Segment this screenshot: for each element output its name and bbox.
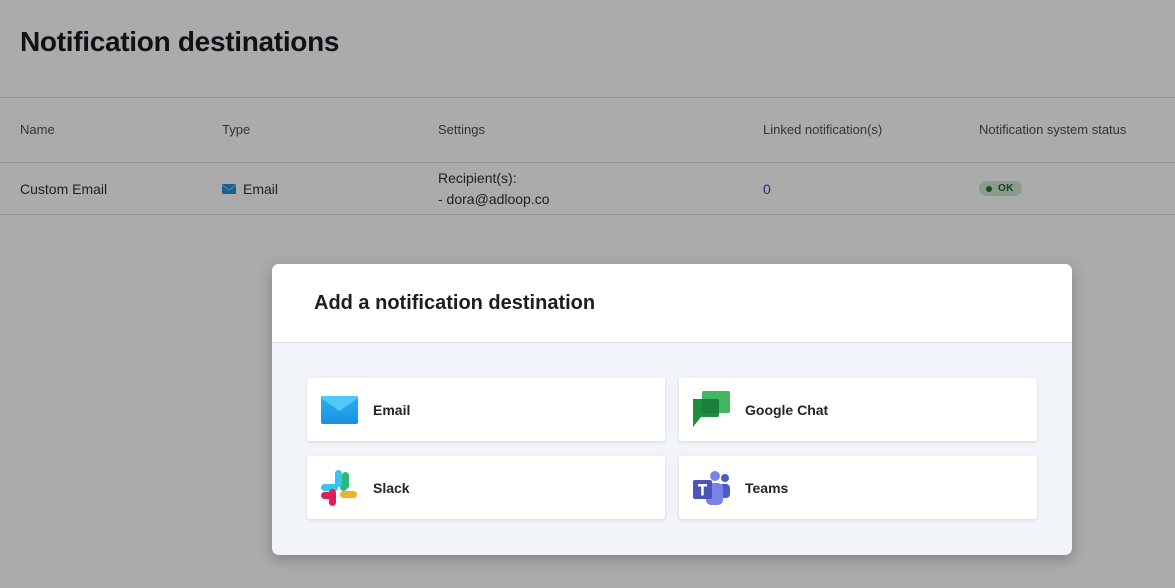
teams-icon <box>692 469 730 507</box>
google-chat-icon <box>692 391 730 429</box>
option-teams-label: Teams <box>745 479 789 496</box>
option-google-chat-label: Google Chat <box>745 401 829 418</box>
slack-icon <box>320 469 358 507</box>
email-icon <box>320 391 358 429</box>
option-teams-button[interactable]: Teams <box>679 456 1037 519</box>
modal-title: Add a notification destination <box>314 291 596 314</box>
option-email-button[interactable]: Email <box>307 378 665 441</box>
modal-header: Add a notification destination <box>272 264 1072 343</box>
option-slack-label: Slack <box>373 479 410 496</box>
option-google-chat-button[interactable]: Google Chat <box>679 378 1037 441</box>
option-email-label: Email <box>373 401 411 418</box>
option-slack-button[interactable]: Slack <box>307 456 665 519</box>
add-destination-modal: Add a notification destination Email Goo… <box>272 264 1072 555</box>
